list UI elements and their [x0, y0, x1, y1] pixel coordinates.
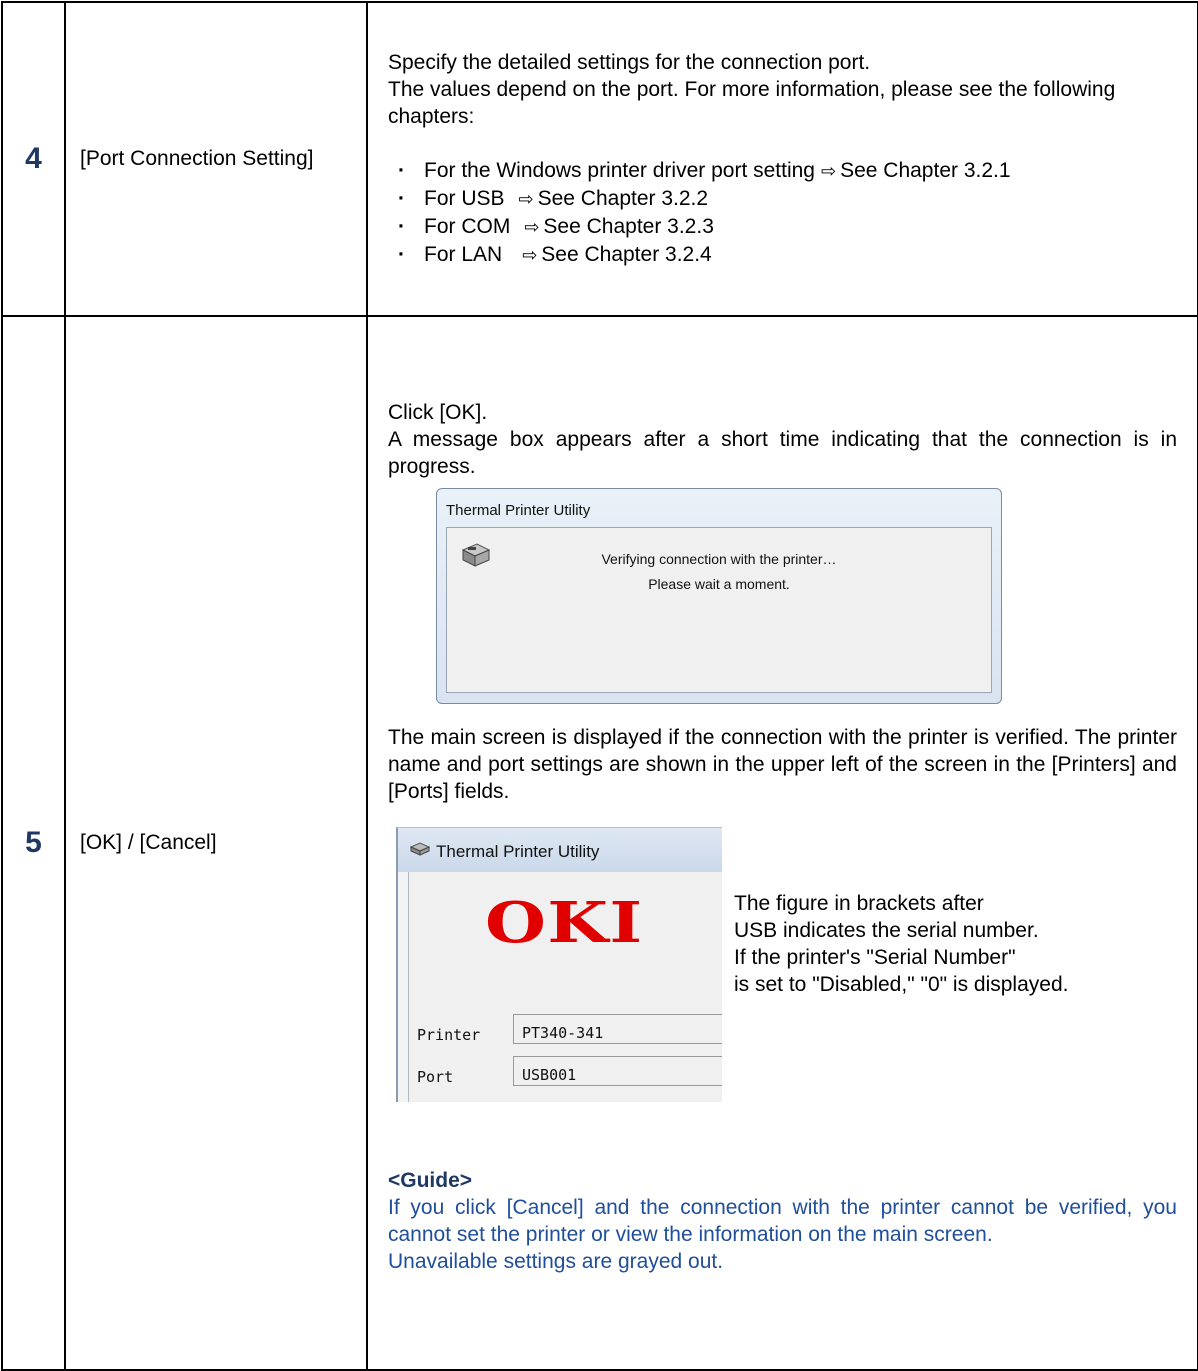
app-icon — [410, 842, 430, 856]
guide-text: Unavailable settings are grayed out. — [388, 1250, 724, 1273]
list-item: For LAN⇨See Chapter 3.2.4 — [388, 241, 1177, 269]
arrow-right-icon: ⇨ — [820, 161, 837, 181]
list-item: For the Windows printer driver port sett… — [388, 157, 1177, 185]
port-label: Port — [417, 1068, 454, 1086]
list-item: For USB⇨See Chapter 3.2.2 — [388, 185, 1177, 213]
paragraph: The main screen is displayed if the conn… — [388, 726, 1177, 803]
dialog-message: Please wait a moment. — [648, 576, 790, 592]
list-item: For COM⇨See Chapter 3.2.3 — [388, 213, 1177, 241]
progress-dialog-screenshot: Thermal Printer Utility Verifying connec… — [436, 488, 1002, 704]
printer-label: Printer — [417, 1026, 481, 1044]
paragraph: Click [OK]. — [388, 401, 488, 424]
step-description: Click [OK]. A message box appears after … — [366, 315, 1198, 1371]
step-item-label: [Port Connection Setting] — [64, 1, 368, 317]
guide-title: <Guide> — [388, 1169, 473, 1192]
dialog-title: Thermal Printer Utility — [446, 502, 591, 519]
chapter-reference-list: For the Windows printer driver port sett… — [388, 157, 1177, 269]
guide-text: If you click [Cancel] and the connection… — [388, 1196, 1177, 1246]
dialog-body: Verifying connection with the printer… P… — [446, 527, 992, 693]
item-text: [OK] / [Cancel] — [80, 831, 217, 854]
step-number: 5 — [1, 315, 66, 1371]
window-content: OKI Printer PT340-341 Port USB001 — [408, 872, 722, 1102]
arrow-right-icon: ⇨ — [522, 245, 538, 265]
port-field: USB001 — [513, 1056, 722, 1086]
step-number: 4 — [1, 1, 66, 317]
dialog-message: Verifying connection with the printer… — [601, 551, 837, 567]
step-row-4: 4 [Port Connection Setting] Specify the … — [1, 1, 1198, 317]
step-description: Specify the detailed settings for the co… — [366, 1, 1198, 317]
item-text: [Port Connection Setting] — [80, 147, 314, 170]
main-screen-screenshot: Thermal Printer Utility OKI Printer PT34… — [396, 827, 722, 1102]
arrow-right-icon: ⇨ — [518, 189, 534, 209]
oki-logo: OKI — [485, 890, 644, 956]
paragraph: The values depend on the port. For more … — [388, 78, 1116, 128]
serial-number-note: The figure in brackets after USB indicat… — [734, 892, 1069, 996]
paragraph: Specify the detailed settings for the co… — [388, 51, 871, 74]
arrow-right-icon: ⇨ — [524, 217, 540, 237]
printer-field: PT340-341 — [513, 1014, 722, 1044]
window-title: Thermal Printer Utility — [436, 842, 600, 861]
paragraph: A message box appears after a short time… — [388, 428, 1177, 478]
window-titlebar: Thermal Printer Utility — [398, 828, 722, 872]
step-item-label: [OK] / [Cancel] — [64, 315, 368, 1371]
steps-table: 4 [Port Connection Setting] Specify the … — [1, 1, 1198, 1371]
step-row-5: 5 [OK] / [Cancel] Click [OK]. A message … — [1, 315, 1198, 1371]
main-screen-example: Thermal Printer Utility OKI Printer PT34… — [396, 827, 1177, 1102]
